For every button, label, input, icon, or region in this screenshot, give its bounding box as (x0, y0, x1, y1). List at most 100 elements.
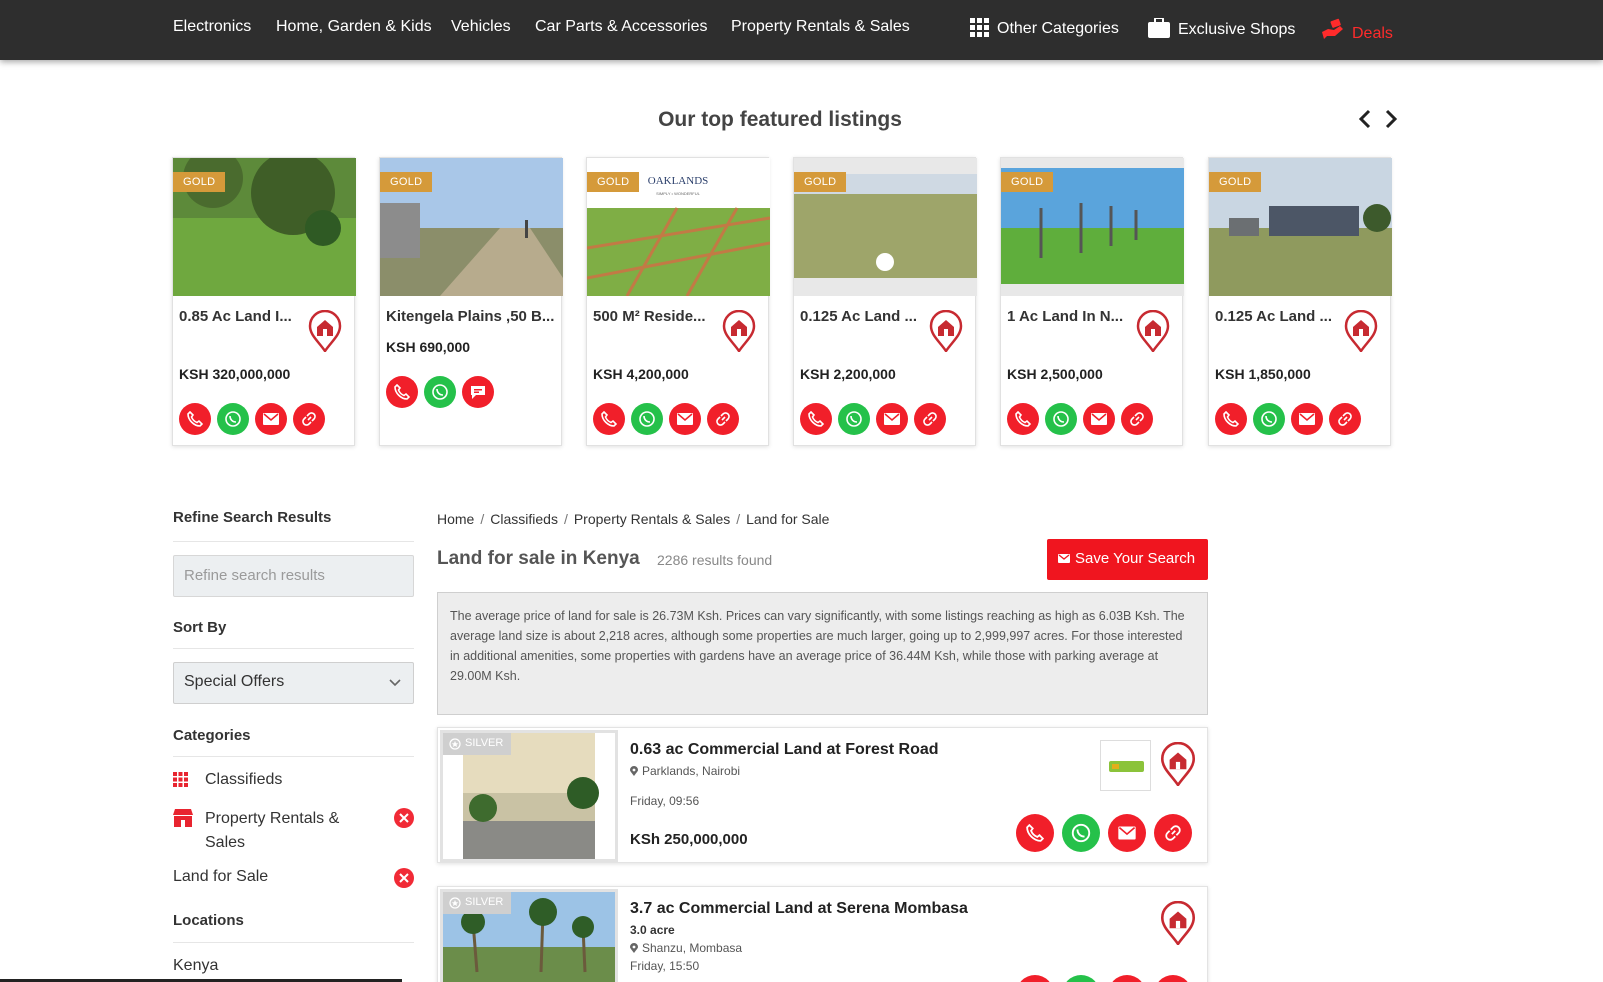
link-icon (1338, 412, 1352, 426)
nav-deals[interactable]: Deals (1320, 18, 1393, 43)
whatsapp-button[interactable] (631, 403, 663, 435)
call-button[interactable] (1007, 403, 1039, 435)
property-pin-icon (1344, 310, 1378, 352)
card-title[interactable]: Kitengela Plains ,50 B... (386, 308, 558, 325)
nav-other-categories[interactable]: Other Categories (970, 18, 1119, 38)
category-label: Classifieds (205, 771, 283, 788)
whatsapp-button[interactable] (1062, 975, 1100, 982)
card-title[interactable]: 0.125 Ac Land ... (800, 308, 928, 325)
chat-button[interactable] (462, 376, 494, 408)
card-title[interactable]: 500 M² Reside... (593, 308, 721, 325)
email-button[interactable] (876, 403, 908, 435)
card-actions (1215, 403, 1367, 435)
call-button[interactable] (800, 403, 832, 435)
breadcrumb-classifieds[interactable]: Classifieds (490, 511, 558, 527)
nav-car-parts[interactable]: Car Parts & Accessories (535, 18, 708, 36)
price-summary: The average price of land for sale is 26… (437, 592, 1208, 715)
listing-item[interactable]: SILVER 3.7 ac Commercial Land at Serena … (437, 886, 1208, 982)
category-land-for-sale[interactable]: Land for Sale (173, 868, 268, 886)
listing-photo[interactable]: SILVER (440, 889, 618, 982)
carousel-next-icon[interactable] (1380, 108, 1400, 130)
exclusive-shops-label: Exclusive Shops (1178, 21, 1296, 38)
nav-exclusive-shops[interactable]: Exclusive Shops (1148, 18, 1295, 39)
category-label: Property Rentals & (205, 810, 340, 827)
whatsapp-icon (1053, 411, 1069, 427)
briefcase-icon (1148, 18, 1170, 38)
remove-filter-button[interactable] (394, 868, 414, 888)
whatsapp-button[interactable] (217, 403, 249, 435)
agency-logo[interactable] (1100, 740, 1151, 791)
email-button[interactable] (1108, 975, 1146, 982)
nav-vehicles[interactable]: Vehicles (451, 18, 511, 36)
property-pin-icon (308, 310, 342, 352)
featured-card[interactable]: GOLD Kitengela Plains ,50 B... KSH 690,0… (379, 157, 563, 446)
featured-card[interactable]: GOLD 0.125 Ac Land ... KSH 1,850,000 (1208, 157, 1392, 446)
email-button[interactable] (669, 403, 701, 435)
card-price: KSH 2,200,000 (800, 366, 896, 382)
category-classifieds[interactable]: Classifieds (173, 771, 282, 789)
featured-card[interactable]: OAKLANDS SIMPLY • WONDERFUL GOLD 500 M² … (586, 157, 770, 446)
sort-select[interactable]: Special Offers (173, 662, 414, 704)
share-link-button[interactable] (1121, 403, 1153, 435)
mail-icon (677, 413, 693, 425)
carousel-prev-icon[interactable] (1356, 108, 1376, 130)
call-button[interactable] (1215, 403, 1247, 435)
share-link-button[interactable] (707, 403, 739, 435)
mail-icon (1118, 826, 1136, 840)
email-button[interactable] (1291, 403, 1323, 435)
mail-icon (1299, 413, 1315, 425)
listing-title[interactable]: 3.7 ac Commercial Land at Serena Mombasa (630, 900, 968, 918)
email-button[interactable] (255, 403, 287, 435)
remove-filter-button[interactable] (394, 808, 414, 828)
nav-property-rentals[interactable]: Property Rentals & Sales (731, 18, 910, 36)
phone-icon (1015, 411, 1031, 427)
share-link-button[interactable] (1329, 403, 1361, 435)
shop-icon (173, 809, 193, 827)
call-button[interactable] (179, 403, 211, 435)
whatsapp-button[interactable] (424, 376, 456, 408)
share-link-button[interactable] (1154, 975, 1192, 982)
refine-search-input[interactable]: Refine search results (173, 555, 414, 597)
call-button[interactable] (1016, 814, 1054, 852)
featured-card[interactable]: GOLD 1 Ac Land In N... KSH 2,500,000 (1000, 157, 1184, 446)
whatsapp-button[interactable] (1045, 403, 1077, 435)
call-button[interactable] (1016, 975, 1054, 982)
gold-badge: GOLD (794, 172, 847, 192)
card-title[interactable]: 1 Ac Land In N... (1007, 308, 1135, 325)
breadcrumb-land-for-sale[interactable]: Land for Sale (746, 511, 829, 527)
nav-electronics[interactable]: Electronics (173, 18, 251, 36)
share-link-button[interactable] (1154, 814, 1192, 852)
category-property-rentals[interactable]: Property Rentals & Sales (173, 807, 339, 855)
card-title[interactable]: 0.125 Ac Land ... (1215, 308, 1343, 325)
silver-badge: SILVER (443, 892, 512, 914)
whatsapp-button[interactable] (838, 403, 870, 435)
listing-location: Shanzu, Mombasa (630, 941, 742, 955)
silver-badge-label: SILVER (465, 737, 504, 749)
breadcrumb-property-rentals[interactable]: Property Rentals & Sales (574, 511, 730, 527)
share-link-button[interactable] (914, 403, 946, 435)
listing-title[interactable]: 0.63 ac Commercial Land at Forest Road (630, 741, 939, 759)
card-price: KSH 690,000 (386, 339, 471, 355)
card-title[interactable]: 0.85 Ac Land I... (179, 308, 307, 325)
email-button[interactable] (1108, 814, 1146, 852)
whatsapp-button[interactable] (1253, 403, 1285, 435)
breadcrumb-home[interactable]: Home (437, 511, 474, 527)
call-button[interactable] (593, 403, 625, 435)
listing-item[interactable]: SILVER 0.63 ac Commercial Land at Forest… (437, 727, 1208, 863)
save-search-button[interactable]: Save Your Search (1047, 539, 1208, 580)
divider (173, 541, 414, 542)
page-title: Land for sale in Kenya (437, 548, 640, 569)
featured-card[interactable]: GOLD 0.125 Ac Land ... KSH 2,200,000 (793, 157, 977, 446)
call-button[interactable] (386, 376, 418, 408)
nav-home-garden-kids[interactable]: Home, Garden & Kids (276, 18, 432, 36)
gold-badge: GOLD (587, 172, 640, 192)
email-button[interactable] (1083, 403, 1115, 435)
listing-photo[interactable]: SILVER (440, 730, 618, 862)
star-circle-icon (449, 897, 461, 909)
location-kenya[interactable]: Kenya (173, 957, 218, 975)
whatsapp-button[interactable] (1062, 814, 1100, 852)
chat-icon (471, 386, 485, 399)
share-link-button[interactable] (293, 403, 325, 435)
whatsapp-icon (639, 411, 655, 427)
featured-card[interactable]: GOLD 0.85 Ac Land I... KSH 320,000,000 (172, 157, 356, 446)
